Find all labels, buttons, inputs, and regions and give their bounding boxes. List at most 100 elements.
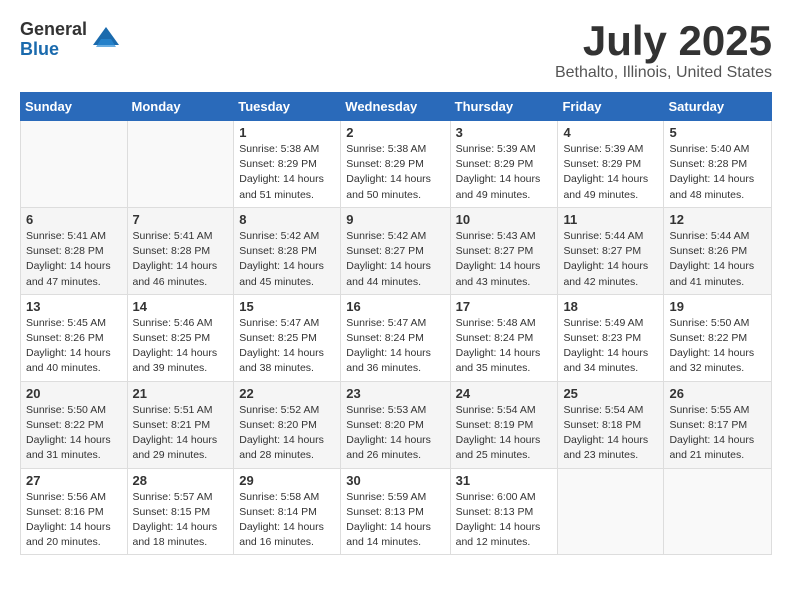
calendar-cell: 31 Sunrise: 6:00 AMSunset: 8:13 PMDayligh… (450, 468, 558, 555)
day-number: 8 (239, 212, 335, 227)
day-info: Sunrise: 5:47 AMSunset: 8:25 PMDaylight:… (239, 316, 335, 377)
day-info: Sunrise: 5:54 AMSunset: 8:19 PMDaylight:… (456, 403, 553, 464)
calendar-cell (664, 468, 772, 555)
calendar-cell: 22Sunrise: 5:52 AMSunset: 8:20 PMDayligh… (234, 381, 341, 468)
day-number: 14 (133, 299, 229, 314)
day-number: 18 (563, 299, 658, 314)
calendar-week-row: 20 Sunrise: 5:50 AMSunset: 8:22 PMDayligh… (21, 381, 772, 468)
weekday-header-thursday: Thursday (450, 93, 558, 121)
location-text: Bethalto, Illinois, United States (555, 64, 772, 82)
day-number: 24 (456, 386, 553, 401)
weekday-header-wednesday: Wednesday (341, 93, 450, 121)
day-info: Sunrise: 5:39 AMSunset: 8:29 PMDaylight:… (456, 142, 553, 203)
calendar-header: SundayMondayTuesdayWednesdayThursdayFrid… (21, 93, 772, 121)
logo-icon (91, 25, 121, 55)
day-info: Sunrise: 5:49 AMSunset: 8:23 PMDaylight:… (563, 316, 658, 377)
page-header: General Blue July 2025 Bethalto, Illinoi… (20, 20, 772, 82)
calendar-cell: 12 Sunrise: 5:44 AMSunset: 8:26 PMDayligh… (664, 207, 772, 294)
day-info: Sunrise: 5:43 AMSunset: 8:27 PMDaylight:… (456, 229, 553, 290)
day-info: Sunrise: 5:45 AMSunset: 8:26 PMDaylight:… (26, 316, 122, 377)
day-info: Sunrise: 5:40 AMSunset: 8:28 PMDaylight:… (669, 142, 766, 203)
calendar-cell: 30 Sunrise: 5:59 AMSunset: 8:13 PMDayligh… (341, 468, 450, 555)
day-number: 13 (26, 299, 122, 314)
calendar-cell: 23 Sunrise: 5:53 AMSunset: 8:20 PMDayligh… (341, 381, 450, 468)
calendar-cell (21, 121, 128, 208)
day-number: 12 (669, 212, 766, 227)
calendar-cell: 16 Sunrise: 5:47 AMSunset: 8:24 PMDayligh… (341, 294, 450, 381)
day-info: Sunrise: 5:53 AMSunset: 8:20 PMDaylight:… (346, 403, 444, 464)
weekday-header-sunday: Sunday (21, 93, 128, 121)
day-number: 31 (456, 473, 553, 488)
day-info: Sunrise: 5:41 AMSunset: 8:28 PMDaylight:… (26, 229, 122, 290)
calendar-cell: 14 Sunrise: 5:46 AMSunset: 8:25 PMDayligh… (127, 294, 234, 381)
day-info: Sunrise: 5:42 AMSunset: 8:28 PMDaylight:… (239, 229, 335, 290)
calendar-cell: 17 Sunrise: 5:48 AMSunset: 8:24 PMDayligh… (450, 294, 558, 381)
weekday-header-row: SundayMondayTuesdayWednesdayThursdayFrid… (21, 93, 772, 121)
day-info: Sunrise: 5:50 AMSunset: 8:22 PMDaylight:… (26, 403, 122, 464)
day-number: 25 (563, 386, 658, 401)
day-info: Sunrise: 5:48 AMSunset: 8:24 PMDaylight:… (456, 316, 553, 377)
calendar-cell: 13 Sunrise: 5:45 AMSunset: 8:26 PMDayligh… (21, 294, 128, 381)
day-number: 15 (239, 299, 335, 314)
weekday-header-saturday: Saturday (664, 93, 772, 121)
calendar-cell (558, 468, 664, 555)
calendar-cell: 2Sunrise: 5:38 AMSunset: 8:29 PMDaylight… (341, 121, 450, 208)
calendar-cell: 4 Sunrise: 5:39 AMSunset: 8:29 PMDaylight… (558, 121, 664, 208)
day-number: 1 (239, 125, 335, 140)
calendar-cell: 6 Sunrise: 5:41 AMSunset: 8:28 PMDaylight… (21, 207, 128, 294)
calendar-cell: 20 Sunrise: 5:50 AMSunset: 8:22 PMDayligh… (21, 381, 128, 468)
calendar-cell: 19Sunrise: 5:50 AMSunset: 8:22 PMDayligh… (664, 294, 772, 381)
title-area: July 2025 Bethalto, Illinois, United Sta… (555, 20, 772, 82)
calendar-cell: 29 Sunrise: 5:58 AMSunset: 8:14 PMDayligh… (234, 468, 341, 555)
day-info: Sunrise: 5:46 AMSunset: 8:25 PMDaylight:… (133, 316, 229, 377)
day-number: 20 (26, 386, 122, 401)
day-number: 22 (239, 386, 335, 401)
day-number: 28 (133, 473, 229, 488)
day-number: 11 (563, 212, 658, 227)
weekday-header-tuesday: Tuesday (234, 93, 341, 121)
day-number: 30 (346, 473, 444, 488)
month-title: July 2025 (555, 20, 772, 62)
day-info: Sunrise: 5:47 AMSunset: 8:24 PMDaylight:… (346, 316, 444, 377)
day-info: Sunrise: 5:42 AMSunset: 8:27 PMDaylight:… (346, 229, 444, 290)
day-number: 17 (456, 299, 553, 314)
calendar-cell: 25 Sunrise: 5:54 AMSunset: 8:18 PMDayligh… (558, 381, 664, 468)
day-info: Sunrise: 5:44 AMSunset: 8:26 PMDaylight:… (669, 229, 766, 290)
day-info: Sunrise: 5:58 AMSunset: 8:14 PMDaylight:… (239, 490, 335, 551)
logo-blue-text: Blue (20, 40, 87, 60)
day-number: 2 (346, 125, 444, 140)
calendar-cell: 21Sunrise: 5:51 AMSunset: 8:21 PMDayligh… (127, 381, 234, 468)
calendar-cell: 8 Sunrise: 5:42 AMSunset: 8:28 PMDaylight… (234, 207, 341, 294)
day-info: Sunrise: 5:50 AMSunset: 8:22 PMDaylight:… (669, 316, 766, 377)
calendar-cell: 11 Sunrise: 5:44 AMSunset: 8:27 PMDayligh… (558, 207, 664, 294)
day-number: 6 (26, 212, 122, 227)
day-number: 21 (133, 386, 229, 401)
day-number: 23 (346, 386, 444, 401)
calendar-cell: 7Sunrise: 5:41 AMSunset: 8:28 PMDaylight… (127, 207, 234, 294)
calendar-cell: 10Sunrise: 5:43 AMSunset: 8:27 PMDayligh… (450, 207, 558, 294)
calendar-cell: 24 Sunrise: 5:54 AMSunset: 8:19 PMDayligh… (450, 381, 558, 468)
weekday-header-monday: Monday (127, 93, 234, 121)
day-info: Sunrise: 5:44 AMSunset: 8:27 PMDaylight:… (563, 229, 658, 290)
day-info: Sunrise: 5:38 AMSunset: 8:29 PMDaylight:… (239, 142, 335, 203)
day-number: 26 (669, 386, 766, 401)
day-info: Sunrise: 6:00 AMSunset: 8:13 PMDaylight:… (456, 490, 553, 551)
day-info: Sunrise: 5:59 AMSunset: 8:13 PMDaylight:… (346, 490, 444, 551)
calendar-cell: 3Sunrise: 5:39 AMSunset: 8:29 PMDaylight… (450, 121, 558, 208)
day-info: Sunrise: 5:56 AMSunset: 8:16 PMDaylight:… (26, 490, 122, 551)
day-number: 29 (239, 473, 335, 488)
calendar-cell (127, 121, 234, 208)
day-info: Sunrise: 5:39 AMSunset: 8:29 PMDaylight:… (563, 142, 658, 203)
day-info: Sunrise: 5:54 AMSunset: 8:18 PMDaylight:… (563, 403, 658, 464)
calendar-body: 1 Sunrise: 5:38 AMSunset: 8:29 PMDaylight… (21, 121, 772, 555)
day-number: 9 (346, 212, 444, 227)
calendar-week-row: 6 Sunrise: 5:41 AMSunset: 8:28 PMDaylight… (21, 207, 772, 294)
day-number: 16 (346, 299, 444, 314)
logo-general-text: General (20, 20, 87, 40)
day-number: 4 (563, 125, 658, 140)
calendar-cell: 5Sunrise: 5:40 AMSunset: 8:28 PMDaylight… (664, 121, 772, 208)
calendar-cell: 18 Sunrise: 5:49 AMSunset: 8:23 PMDayligh… (558, 294, 664, 381)
calendar-week-row: 13 Sunrise: 5:45 AMSunset: 8:26 PMDayligh… (21, 294, 772, 381)
calendar-table: SundayMondayTuesdayWednesdayThursdayFrid… (20, 92, 772, 555)
calendar-cell: 9 Sunrise: 5:42 AMSunset: 8:27 PMDaylight… (341, 207, 450, 294)
